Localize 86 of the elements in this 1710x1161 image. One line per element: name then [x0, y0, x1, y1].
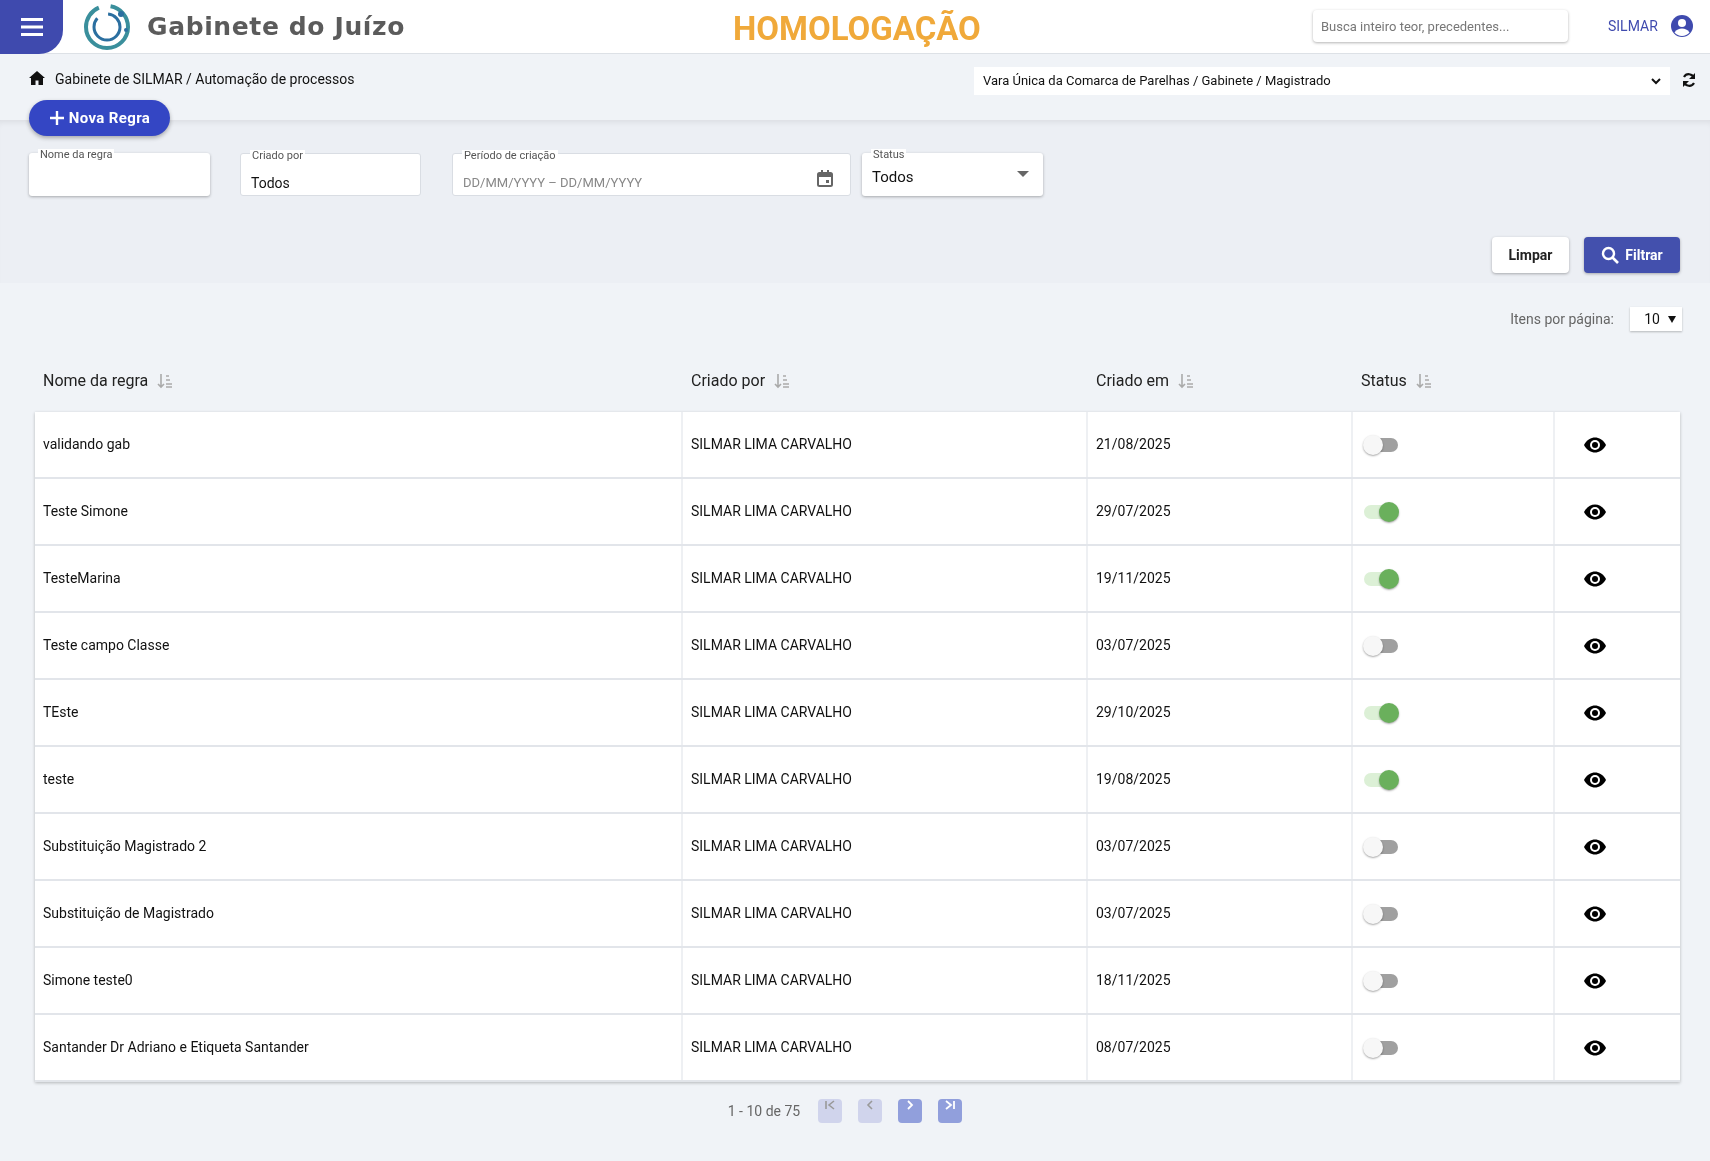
status-toggle[interactable] — [1363, 635, 1399, 656]
user-avatar-icon[interactable] — [1670, 14, 1694, 38]
table-cell-text: SILMAR LIMA CARVALHO — [691, 636, 852, 655]
view-icon[interactable] — [1583, 637, 1607, 654]
table-cell-text: SILMAR LIMA CARVALHO — [691, 502, 852, 521]
table-cell-text: SILMAR LIMA CARVALHO — [691, 569, 852, 588]
table-cell-text: Substituição Magistrado 2 — [43, 837, 207, 856]
table-cell-text: validando gab — [43, 435, 131, 454]
status-toggle[interactable] — [1363, 769, 1399, 790]
table-cell-text: SILMAR LIMA CARVALHO — [691, 703, 852, 722]
table-cell-text: TesteMarina — [43, 569, 121, 588]
view-icon[interactable] — [1583, 570, 1607, 587]
table-cell-text: Substituição de Magistrado — [43, 904, 214, 923]
search-field[interactable]: Busca inteiro teor, precedentes... — [1313, 10, 1568, 42]
sort-icon[interactable] — [157, 372, 174, 389]
filter-button[interactable]: Filtrar — [1584, 237, 1680, 273]
table-cell-text: SILMAR LIMA CARVALHO — [691, 1038, 852, 1057]
table-cell-text: 03/07/2025 — [1096, 837, 1171, 856]
status-toggle[interactable] — [1363, 836, 1399, 857]
status-toggle[interactable] — [1363, 1037, 1399, 1058]
table-cell-text: SILMAR LIMA CARVALHO — [691, 435, 852, 454]
breadcrumb: Gabinete de SILMAR / Automação de processos — [55, 70, 355, 89]
pagination-range: 1 - 10 de 75 — [727, 1101, 801, 1121]
status-toggle[interactable] — [1363, 702, 1399, 723]
table-cell-text: 21/08/2025 — [1096, 435, 1171, 454]
dropdown-arrow-icon — [1668, 315, 1676, 323]
table-cell-text: SILMAR LIMA CARVALHO — [691, 837, 852, 856]
table-cell-text: teste — [43, 770, 75, 789]
view-icon[interactable] — [1583, 704, 1607, 721]
view-icon[interactable] — [1583, 771, 1607, 788]
date-range-field[interactable]: Período de criação DD/MM/YYYY – DD/MM/YYYY — [452, 153, 851, 196]
sort-icon[interactable] — [1415, 372, 1432, 389]
menu-button[interactable] — [0, 0, 63, 54]
search-icon — [1601, 245, 1621, 265]
view-icon[interactable] — [1583, 905, 1607, 922]
view-icon[interactable] — [1583, 436, 1607, 453]
table-cell-text: SILMAR LIMA CARVALHO — [691, 971, 852, 990]
new-rule-button[interactable]: Nova Regra — [29, 100, 170, 136]
sort-icon[interactable] — [1178, 372, 1195, 389]
table-cell-text: 29/10/2025 — [1096, 703, 1171, 722]
table-cell-text: Teste campo Classe — [43, 636, 170, 655]
column-header[interactable]: Status — [1361, 368, 1407, 393]
status-toggle[interactable] — [1363, 970, 1399, 991]
app-title: Gabinete do Juízo — [147, 10, 405, 43]
clear-button[interactable]: Limpar — [1492, 237, 1569, 273]
last-page-button[interactable] — [938, 1099, 963, 1123]
column-header[interactable]: Criado em — [1096, 368, 1170, 393]
page-size-select[interactable]: 10 — [1630, 307, 1682, 331]
menu-icon — [18, 15, 45, 38]
chevron-down-icon — [1651, 77, 1661, 85]
column-header[interactable]: Nome da regra — [43, 368, 149, 393]
table-cell-text: SILMAR LIMA CARVALHO — [691, 770, 852, 789]
table-cell-text: 03/07/2025 — [1096, 636, 1171, 655]
calendar-icon — [817, 170, 833, 187]
home-icon[interactable] — [29, 71, 45, 85]
table-cell-text: 08/07/2025 — [1096, 1038, 1171, 1057]
next-page-button[interactable] — [898, 1099, 923, 1123]
input-field[interactable]: Criado por Todos — [240, 153, 421, 196]
status-toggle[interactable] — [1363, 501, 1399, 522]
user-name[interactable]: SILMAR — [1608, 16, 1658, 37]
table-cell-text: 19/11/2025 — [1096, 569, 1171, 588]
table-cell-text: Santander Dr Adriano e Etiqueta Santander — [43, 1038, 309, 1057]
refresh-icon[interactable] — [1681, 72, 1697, 88]
view-icon[interactable] — [1583, 838, 1607, 855]
view-icon[interactable] — [1583, 972, 1607, 989]
column-header[interactable]: Criado por — [691, 368, 766, 393]
sort-icon[interactable] — [774, 372, 791, 389]
plus-icon — [48, 110, 65, 126]
table-cell-text: TEste — [43, 703, 79, 722]
table-cell-text: 03/07/2025 — [1096, 904, 1171, 923]
table-cell-text: Teste Simone — [43, 502, 128, 521]
unit-select[interactable]: Vara Única da Comarca de Parelhas / Gabinete / Magistrado — [974, 67, 1670, 95]
status-toggle[interactable] — [1363, 434, 1399, 455]
dropdown-arrow-icon — [1017, 171, 1029, 177]
table-cell-text: 29/07/2025 — [1096, 502, 1171, 521]
status-toggle[interactable] — [1363, 903, 1399, 924]
table-cell-text: 18/11/2025 — [1096, 971, 1171, 990]
status-toggle[interactable] — [1363, 568, 1399, 589]
table-cell-text: SILMAR LIMA CARVALHO — [691, 904, 852, 923]
table-cell-text: Simone teste0 — [43, 971, 133, 990]
logo-icon — [81, 1, 133, 52]
page-size-label: Itens por página: — [1510, 309, 1614, 329]
environment-label: HOMOLOGAÇÃO — [733, 8, 981, 50]
view-icon[interactable] — [1583, 1039, 1607, 1056]
view-icon[interactable] — [1583, 503, 1607, 520]
table-cell-text: 19/08/2025 — [1096, 770, 1171, 789]
